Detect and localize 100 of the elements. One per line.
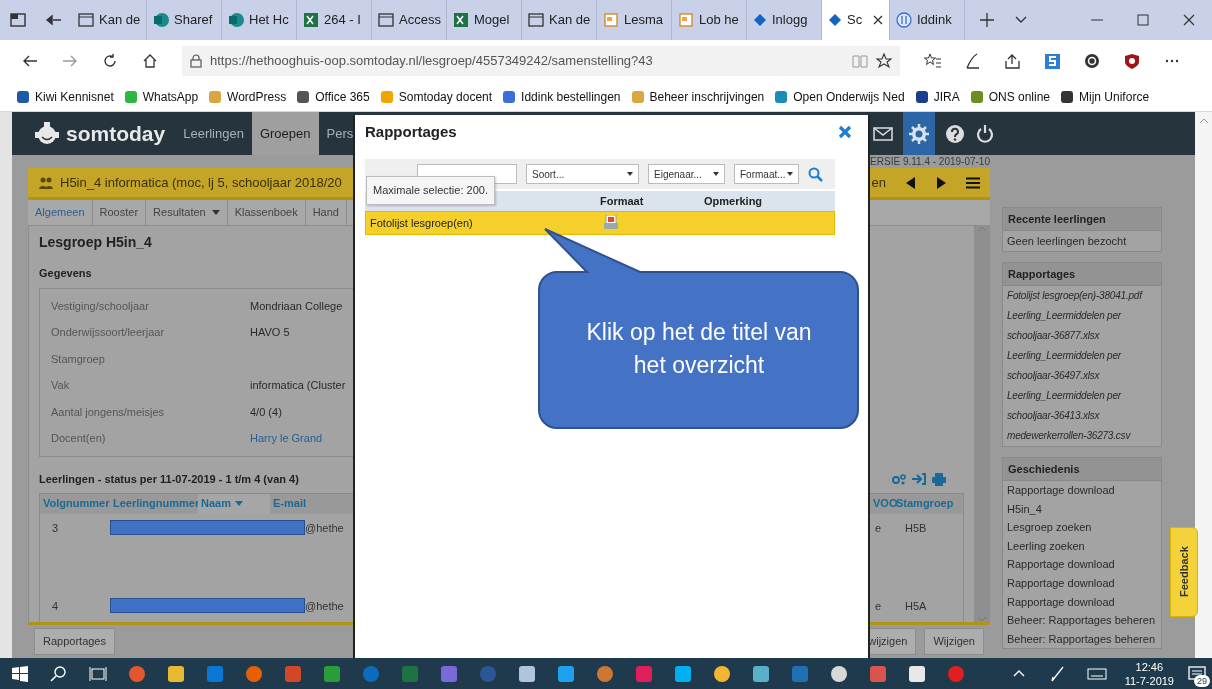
forward-icon[interactable] — [62, 53, 78, 69]
circle-logo-icon[interactable] — [1084, 52, 1101, 70]
group-title: H5in_4 informatica (moc, lj 5, schooljaar 2018/20 — [60, 173, 342, 192]
home-icon[interactable] — [142, 53, 158, 69]
bookmark-link[interactable]: Office 365 — [296, 87, 370, 106]
windows-logo-icon[interactable] — [10, 664, 29, 683]
tab-back-icon[interactable] — [46, 13, 62, 27]
gears-icon[interactable] — [892, 473, 906, 485]
site-logo-icon — [296, 89, 311, 104]
maximize-icon[interactable] — [1137, 14, 1149, 26]
clock-time[interactable]: 12:46 — [1124, 659, 1174, 674]
table-cell-text: H5A — [904, 598, 928, 614]
settings-button[interactable] — [903, 112, 935, 155]
sidebar-link[interactable]: Rapportage download — [1003, 573, 1161, 593]
sidebar-link[interactable]: Leerling_Leermiddelen per schooljaar-36497.xlsx — [1003, 346, 1161, 386]
site-logo-icon — [123, 89, 138, 104]
tab-window-icon[interactable] — [10, 13, 26, 27]
sidebar-link[interactable]: Lesgroep zoeken — [1003, 518, 1161, 537]
app-icon[interactable] — [673, 664, 692, 683]
shield-icon[interactable] — [1124, 52, 1141, 70]
power-icon[interactable] — [975, 123, 995, 144]
spreadsheet-icon — [303, 12, 319, 28]
app-icon[interactable] — [712, 664, 731, 683]
bookmark-link[interactable]: Kiwi Kennisnet — [16, 87, 114, 106]
bookmark-link[interactable]: Open Onderwijs Ned — [774, 87, 905, 106]
sidebar-link[interactable]: Rapportage download — [1003, 555, 1161, 574]
bookmark-link[interactable]: WordPress — [208, 87, 287, 106]
pen-icon[interactable] — [964, 52, 981, 70]
app-icon[interactable] — [166, 664, 185, 683]
close-icon[interactable] — [873, 15, 883, 25]
report-row[interactable]: Fotolijst lesgroep(en) — [365, 211, 835, 235]
sidebar-link[interactable]: Rapportage download — [1003, 481, 1161, 500]
browser-tab[interactable]: Sc — [822, 0, 890, 40]
help-icon[interactable] — [945, 123, 965, 144]
bookmark-link[interactable]: JIRA — [914, 87, 960, 106]
sign-in-icon[interactable] — [912, 473, 926, 485]
sidebar-link[interactable]: Beheer: Rapportages beheren — [1003, 629, 1161, 649]
bookmark-link[interactable]: WhatsApp — [123, 87, 199, 106]
plus-icon[interactable] — [980, 13, 994, 27]
detail-label: Aantal jongens/meisjes — [50, 404, 166, 420]
app-icon[interactable] — [829, 664, 848, 683]
site-logo-icon — [1060, 89, 1075, 104]
nav-tab[interactable]: Leerlingen — [175, 112, 252, 155]
share-icon[interactable] — [1004, 52, 1021, 70]
favorites-icon[interactable] — [924, 52, 941, 70]
sidebar-link[interactable]: H5in_4 — [1003, 499, 1161, 519]
star-icon[interactable] — [876, 53, 892, 69]
section-tab[interactable]: Rooster — [92, 200, 147, 225]
app-icon[interactable] — [751, 664, 770, 683]
edit-button[interactable]: Wijzigen — [924, 628, 984, 655]
reports-button[interactable]: Rapportages — [34, 628, 115, 655]
table-cell-text: @hethe — [305, 598, 344, 614]
sidebar-link[interactable]: medewerkerrollen-36273.csv — [1003, 426, 1161, 446]
section-tab[interactable]: Hand — [305, 200, 347, 225]
column-header[interactable]: Formaat — [600, 192, 700, 210]
nav-tab[interactable]: Groepen — [251, 112, 319, 155]
table-cell-text: e — [874, 598, 883, 614]
back-icon[interactable] — [22, 53, 38, 69]
sidebar-link[interactable]: Rapportage download — [1003, 592, 1161, 612]
menu-icon[interactable] — [966, 176, 980, 189]
app-icon[interactable] — [517, 664, 536, 683]
section-tab[interactable]: Resultaten — [146, 200, 228, 225]
sidebar-link[interactable]: Geen leerlingen bezocht — [1003, 231, 1161, 251]
sidebar-link[interactable]: Leerling_Leermiddelen per schooljaar-36877.xlsx — [1003, 306, 1161, 346]
sidebar-link[interactable]: Beheer: Rapportages beheren — [1003, 611, 1161, 630]
sidebar-link[interactable]: Fotolijst lesgroep(en)-38041.pdf — [1003, 286, 1161, 306]
mail-icon[interactable] — [873, 126, 893, 141]
app-icon[interactable] — [556, 664, 575, 683]
bookmark-link[interactable]: ONS online — [969, 87, 1051, 106]
bookmark-link[interactable]: Somtoday docent — [379, 87, 493, 106]
clock-date[interactable]: 11-7-2019 — [1124, 673, 1174, 688]
scrollbar[interactable] — [1195, 112, 1212, 658]
filter-select[interactable]: Formaat... — [734, 164, 799, 184]
filter-select[interactable]: Soort... — [526, 164, 639, 184]
site-logo-icon — [208, 89, 223, 104]
column-header[interactable]: Opmerking — [700, 192, 835, 210]
section-tab[interactable]: Klassenboek — [227, 200, 306, 225]
task-view-icon[interactable] — [88, 664, 107, 683]
s-square-icon[interactable] — [1044, 52, 1061, 70]
feedback-tab[interactable]: Feedback — [1170, 527, 1198, 617]
detail-label: Docent(en) — [50, 431, 107, 446]
sidebar-link[interactable]: Leerling zoeken — [1003, 536, 1161, 556]
address-bar[interactable]: https://hethooghuis-oop.somtoday.nl/lesgroep/4557349242/samenstelling?43 — [182, 46, 900, 76]
bookmark-link[interactable]: Mijn Uniforce — [1060, 87, 1150, 106]
site-logo-icon — [969, 89, 984, 104]
refresh-icon[interactable] — [102, 53, 118, 69]
bookmark-link[interactable]: Beheer inschrijvingen — [630, 87, 765, 106]
nav-tab[interactable]: Pers — [318, 112, 362, 155]
group-nav-label: en — [871, 173, 886, 192]
search-icon[interactable] — [49, 664, 68, 683]
next-icon[interactable] — [936, 176, 946, 189]
previous-icon[interactable] — [906, 176, 916, 189]
chevron-down-icon[interactable] — [1015, 16, 1027, 24]
bookmark-link[interactable]: Iddink bestellingen — [502, 87, 621, 106]
filter-select[interactable]: Eigenaar... — [648, 164, 725, 184]
close-icon[interactable] — [1183, 14, 1195, 26]
detail-label: Stamgroep — [50, 351, 106, 367]
app-icon[interactable] — [907, 664, 926, 683]
report-name[interactable]: Fotolijst lesgroep(en) — [366, 214, 601, 232]
pdf-file-icon[interactable] — [604, 215, 618, 231]
